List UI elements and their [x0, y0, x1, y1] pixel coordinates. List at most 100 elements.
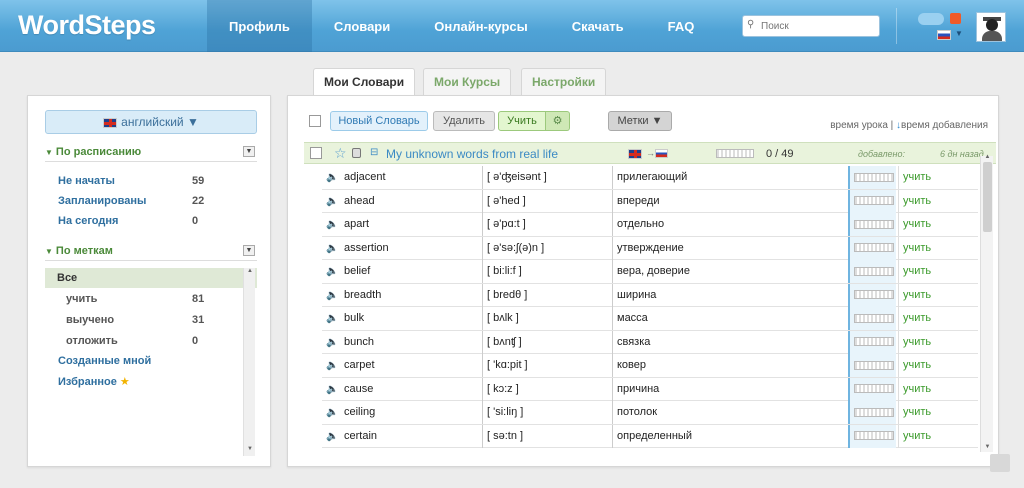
dictionary-row[interactable]: ☆ ⊟ My unknown words from real life → 0 … — [304, 142, 996, 164]
scroll-up-icon[interactable]: ▲ — [981, 154, 994, 162]
filter-all[interactable]: Все — [45, 268, 257, 288]
nav-profile[interactable]: Профиль — [207, 0, 312, 52]
learn-link[interactable]: учить — [898, 283, 976, 307]
learn-link[interactable]: учить — [898, 213, 976, 236]
language-select-button[interactable]: английский ▼ — [45, 110, 257, 134]
table-row[interactable]: 🔈 certain [ sə:tn ] определенный учить — [322, 424, 978, 448]
speaker-icon[interactable]: 🔈 — [326, 307, 340, 330]
speaker-icon[interactable]: 🔈 — [326, 284, 340, 307]
learn-link[interactable]: учить — [898, 236, 976, 260]
select-all-checkbox[interactable] — [309, 115, 321, 127]
search-box[interactable]: ⚲ — [742, 15, 880, 37]
sort-by-added-time[interactable]: время добавления — [901, 120, 988, 131]
learn-link[interactable]: учить — [898, 166, 976, 189]
notification-icon[interactable] — [950, 13, 961, 24]
learn-link[interactable]: учить — [898, 189, 976, 213]
tags-dropdown-button[interactable]: Метки ▼ — [608, 111, 672, 131]
speaker-icon[interactable]: 🔈 — [326, 378, 340, 401]
filter-not-started[interactable]: Не начаты 59 — [58, 175, 238, 193]
scroll-thumb[interactable] — [983, 162, 992, 232]
table-row[interactable]: 🔈 assertion [ ə'sə:ʃ(ə)n ] утверждение учить — [322, 236, 978, 260]
word-progress-bar — [854, 431, 894, 441]
lock-icon[interactable] — [352, 148, 361, 158]
learn-link[interactable]: учить — [898, 424, 976, 448]
filter-scheduled[interactable]: Запланированы 22 — [58, 195, 238, 213]
speaker-icon[interactable]: 🔈 — [326, 260, 340, 283]
left-scrollbar[interactable]: ▲ ▼ — [243, 268, 255, 456]
avatar[interactable] — [976, 12, 1006, 42]
word-progress-bar — [854, 172, 894, 182]
main-scrollbar[interactable]: ▲ ▼ — [980, 154, 994, 452]
table-row[interactable]: 🔈 breadth [ bredθ ] ширина учить — [322, 283, 978, 307]
speaker-icon[interactable]: 🔈 — [326, 213, 340, 236]
speaker-icon[interactable]: 🔈 — [326, 166, 340, 189]
logo[interactable]: WordSteps — [18, 10, 156, 41]
speaker-icon[interactable]: 🔈 — [326, 354, 340, 377]
filter-tag-learned[interactable]: выучено 31 — [66, 314, 246, 332]
nav-online-courses[interactable]: Онлайн-курсы — [412, 0, 549, 52]
filter-tag-learn[interactable]: учить 81 — [66, 293, 246, 311]
transcription-cell: [ bi:li:f ] — [482, 260, 610, 283]
speaker-icon[interactable]: 🔈 — [326, 331, 340, 354]
speaker-icon[interactable]: 🔈 — [326, 190, 340, 213]
learn-settings-button[interactable]: ⚙ — [546, 111, 570, 131]
tags-section-title[interactable]: ▼ По меткам ▼ — [45, 245, 257, 261]
table-row[interactable]: 🔈 ahead [ ə'hed ] впереди учить — [322, 189, 978, 213]
filter-favorites[interactable]: Избранное ★ — [58, 375, 238, 393]
table-row[interactable]: 🔈 cause [ kɔ:z ] причина учить — [322, 377, 978, 401]
word-progress-cell — [848, 354, 896, 377]
dictionary-checkbox[interactable] — [310, 147, 322, 159]
learn-link[interactable]: учить — [898, 307, 976, 330]
tab-settings[interactable]: Настройки — [521, 68, 607, 95]
dropdown-icon[interactable]: ▼ — [243, 146, 255, 157]
russian-flag-icon[interactable] — [937, 30, 951, 40]
scroll-up-icon[interactable]: ▲ — [244, 268, 256, 278]
word-cell: ceiling — [344, 406, 376, 418]
scroll-down-icon[interactable]: ▼ — [244, 446, 256, 456]
dictionary-title[interactable]: My unknown words from real life — [386, 147, 558, 161]
learn-link[interactable]: учить — [898, 354, 976, 377]
filter-label: Запланированы — [58, 195, 147, 207]
nav-faq[interactable]: FAQ — [646, 0, 717, 52]
favorite-star-icon[interactable]: ☆ — [334, 145, 347, 162]
word-progress-cell — [848, 213, 896, 236]
tab-my-dictionaries[interactable]: Мои Словари — [313, 68, 416, 96]
scroll-down-icon[interactable]: ▼ — [981, 444, 994, 452]
delete-button[interactable]: Удалить — [433, 111, 495, 131]
speaker-icon[interactable]: 🔈 — [326, 237, 340, 260]
table-row[interactable]: 🔈 bunch [ bʌnʧ ] связка учить — [322, 330, 978, 354]
learn-link[interactable]: учить — [898, 260, 976, 283]
share-icon[interactable] — [990, 454, 1010, 472]
skype-icon[interactable] — [918, 13, 944, 25]
word-cell: carpet — [344, 359, 375, 371]
nav-download[interactable]: Скачать — [550, 0, 646, 52]
tab-my-courses[interactable]: Мои Курсы — [423, 68, 512, 95]
learn-link[interactable]: учить — [898, 330, 976, 354]
nav-dictionaries[interactable]: Словари — [312, 0, 412, 52]
collapse-icon[interactable]: ⊟ — [370, 147, 378, 158]
filter-tag-postpone[interactable]: отложить 0 — [66, 335, 246, 353]
dropdown-icon[interactable]: ▼ — [243, 245, 255, 256]
table-row[interactable]: 🔈 carpet [ 'kɑ:pit ] ковер учить — [322, 354, 978, 378]
translation-cell: ширина — [612, 283, 848, 307]
transcription-cell: [ ə'sə:ʃ(ə)n ] — [482, 236, 610, 260]
filter-created-by-me[interactable]: Созданные мной — [58, 355, 238, 373]
language-caret-icon[interactable]: ▼ — [955, 29, 963, 38]
transcription-cell: [ ə'hed ] — [482, 189, 610, 213]
sort-by-lesson-time[interactable]: время урока | — [830, 120, 893, 131]
speaker-icon[interactable]: 🔈 — [326, 401, 340, 424]
table-row[interactable]: 🔈 apart [ ə'pɑ:t ] отдельно учить — [322, 213, 978, 237]
learn-link[interactable]: учить — [898, 377, 976, 401]
search-input[interactable] — [761, 18, 875, 34]
table-row[interactable]: 🔈 ceiling [ 'si:liŋ ] потолок учить — [322, 401, 978, 425]
new-dictionary-button[interactable]: Новый Словарь — [330, 111, 428, 131]
table-row[interactable]: 🔈 belief [ bi:li:f ] вера, доверие учить — [322, 260, 978, 284]
learn-button[interactable]: Учить — [498, 111, 546, 131]
table-row[interactable]: 🔈 adjacent [ ə'ʤeisənt ] прилегающий учить — [322, 166, 978, 190]
schedule-section-title[interactable]: ▼ По расписанию ▼ — [45, 146, 257, 162]
filter-today[interactable]: На сегодня 0 — [58, 215, 238, 233]
translation-cell: причина — [612, 377, 848, 401]
table-row[interactable]: 🔈 bulk [ bʌlk ] масса учить — [322, 307, 978, 331]
speaker-icon[interactable]: 🔈 — [326, 425, 340, 448]
learn-link[interactable]: учить — [898, 401, 976, 424]
